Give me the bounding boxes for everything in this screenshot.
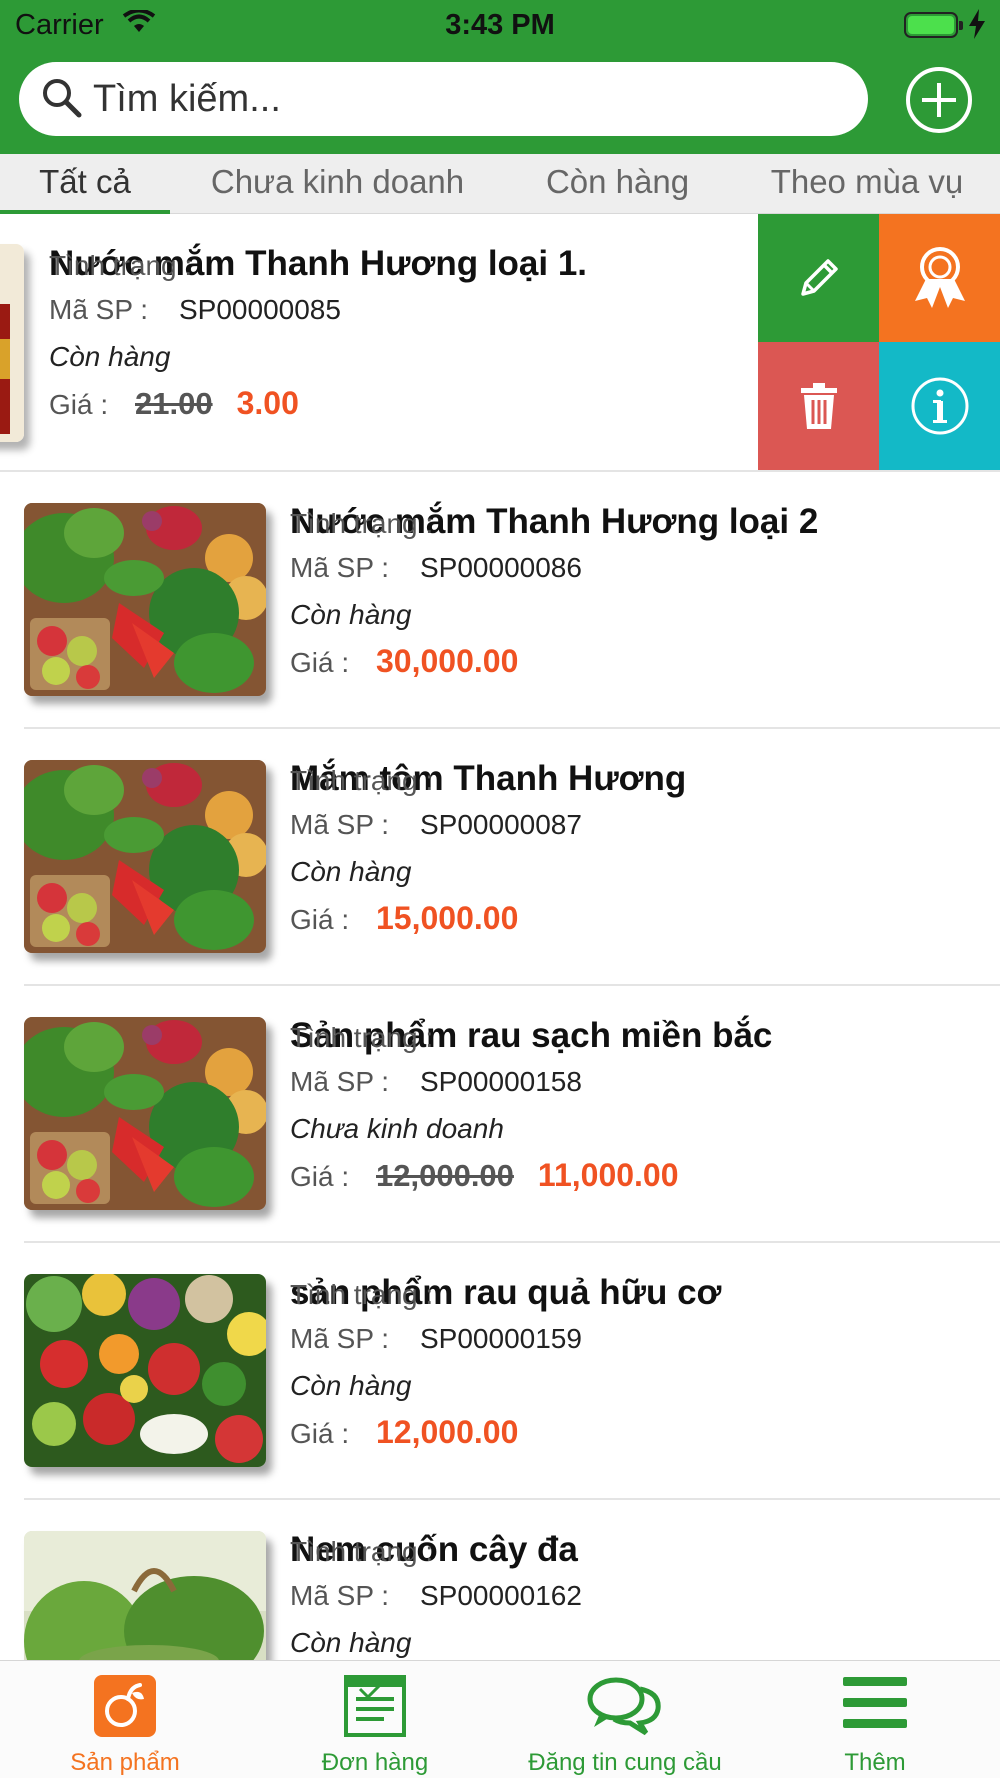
battery-icon (904, 12, 963, 38)
award-ribbon-icon (914, 247, 965, 308)
product-image (0, 244, 24, 442)
product-status: Còn hàng (290, 1370, 412, 1401)
old-price: 21.00 (135, 386, 213, 421)
product-info: Nước mắm Thanh Hương loại 1. Mã SP : SP00… (49, 242, 749, 427)
tab-in-stock[interactable]: Còn hàng (520, 154, 715, 214)
product-info: Mắm tôm Thanh Hương Mã SP : SP00000087 Tì… (290, 757, 990, 942)
product-info: Sản phẩm rau sạch miền bắc Mã SP : SP0000… (290, 1014, 990, 1199)
swipe-actions (758, 214, 1000, 470)
tab-not-trading[interactable]: Chưa kinh doanh (190, 154, 485, 214)
product-image (24, 503, 266, 696)
tab-more-label: Thêm (844, 1749, 906, 1776)
code-label: Mã SP : (290, 1323, 390, 1354)
product-image (24, 760, 266, 953)
product-row[interactable]: Sản phẩm rau sạch miền bắc Mã SP : SP0000… (0, 986, 1000, 1243)
code-label: Mã SP : (290, 1580, 390, 1611)
product-price: 3.00 (236, 385, 299, 421)
product-list[interactable]: Nước mắm Thanh Hương loại 1. Mã SP : SP00… (0, 214, 1000, 1660)
promote-button[interactable] (879, 214, 1000, 342)
price-label: Giá : (290, 1418, 350, 1449)
edit-button[interactable] (758, 214, 879, 342)
product-status: Còn hàng (290, 856, 412, 887)
product-code: SP00000159 (420, 1323, 582, 1354)
charging-bolt-icon (969, 9, 985, 39)
tab-products[interactable]: Sản phẩm (0, 1661, 250, 1778)
search-input[interactable] (93, 74, 833, 124)
price-label: Giá : (290, 1161, 350, 1192)
tab-orders-label: Đơn hàng (321, 1749, 429, 1776)
filter-tabs: Tất cả Chưa kinh doanh Còn hàng Theo mùa… (0, 154, 1000, 214)
code-label: Mã SP : (290, 1066, 390, 1097)
order-list-icon (344, 1675, 406, 1737)
price-label: Giá : (290, 647, 350, 678)
search-bar[interactable] (19, 62, 868, 136)
status-label: Tình trạng : (290, 1279, 434, 1310)
product-price: 30,000.00 (376, 643, 519, 679)
product-row[interactable]: Nước mắm Thanh Hương loại 1. Mã SP : SP00… (0, 214, 1000, 472)
product-status: Chưa kinh doanh (290, 1113, 504, 1144)
search-icon (43, 79, 82, 118)
product-row[interactable]: Nem cuốn cây đa Mã SP : SP00000162 Tình t… (0, 1500, 1000, 1660)
status-bar: Carrier 3:43 PM (0, 0, 1000, 50)
app-header: Carrier 3:43 PM (0, 0, 1000, 154)
bottom-tab-bar: Sản phẩm Đơn hàng Đăng tin cung cầu Thêm (0, 1660, 1000, 1778)
code-label: Mã SP : (290, 552, 390, 583)
product-image (24, 1274, 266, 1467)
product-image (24, 1531, 266, 1660)
detail-button[interactable] (879, 342, 1000, 470)
pencil-icon (800, 259, 838, 296)
product-row[interactable]: sản phẩm rau quả hữu cơ Mã SP : SP0000015… (0, 1243, 1000, 1500)
product-status: Còn hàng (290, 1627, 412, 1658)
product-code: SP00000087 (420, 809, 582, 840)
product-info: Nước mắm Thanh Hương loại 2 Mã SP : SP000… (290, 500, 990, 685)
add-product-button[interactable] (905, 66, 973, 134)
status-time: 3:43 PM (445, 9, 555, 41)
product-icon (94, 1675, 156, 1737)
product-code: SP00000162 (420, 1580, 582, 1611)
delete-button[interactable] (758, 342, 879, 470)
product-code: SP00000086 (420, 552, 582, 583)
price-label: Giá : (49, 389, 109, 420)
tab-seasonal[interactable]: Theo mùa vụ (752, 154, 982, 214)
product-status: Còn hàng (49, 341, 171, 372)
tab-products-label: Sản phẩm (70, 1749, 180, 1776)
product-row[interactable]: Nước mắm Thanh Hương loại 2 Mã SP : SP000… (0, 472, 1000, 729)
tab-supply-demand-label: Đăng tin cung cầu (528, 1749, 722, 1776)
tab-orders[interactable]: Đơn hàng (250, 1661, 500, 1778)
status-label: Tình trạng : (290, 508, 434, 539)
status-label: Tình trạng : (290, 1022, 434, 1053)
status-label: Tình trạng : (290, 765, 434, 796)
product-image (24, 1017, 266, 1210)
menu-icon (843, 1677, 907, 1728)
product-status: Còn hàng (290, 599, 412, 630)
trash-icon (800, 383, 837, 429)
product-price: 11,000.00 (537, 1157, 679, 1193)
code-label: Mã SP : (49, 294, 149, 325)
product-row[interactable]: Mắm tôm Thanh Hương Mã SP : SP00000087 Tì… (0, 729, 1000, 986)
old-price: 12,000.00 (376, 1158, 514, 1193)
status-label: Tình trạng : (49, 250, 193, 281)
status-label: Tình trạng : (290, 1536, 434, 1567)
tab-all[interactable]: Tất cả (0, 154, 170, 214)
chat-bubbles-icon (587, 1677, 661, 1736)
product-info: Nem cuốn cây đa Mã SP : SP00000162 Tình t… (290, 1528, 990, 1660)
code-label: Mã SP : (290, 809, 390, 840)
info-icon (911, 377, 968, 435)
tab-more[interactable]: Thêm (750, 1661, 1000, 1778)
product-code: SP00000158 (420, 1066, 582, 1097)
product-code: SP00000085 (179, 294, 341, 325)
product-info: sản phẩm rau quả hữu cơ Mã SP : SP0000015… (290, 1271, 990, 1456)
product-price: 12,000.00 (376, 1414, 519, 1450)
product-price: 15,000.00 (376, 900, 519, 936)
tab-supply-demand[interactable]: Đăng tin cung cầu (500, 1661, 750, 1778)
price-label: Giá : (290, 904, 350, 935)
